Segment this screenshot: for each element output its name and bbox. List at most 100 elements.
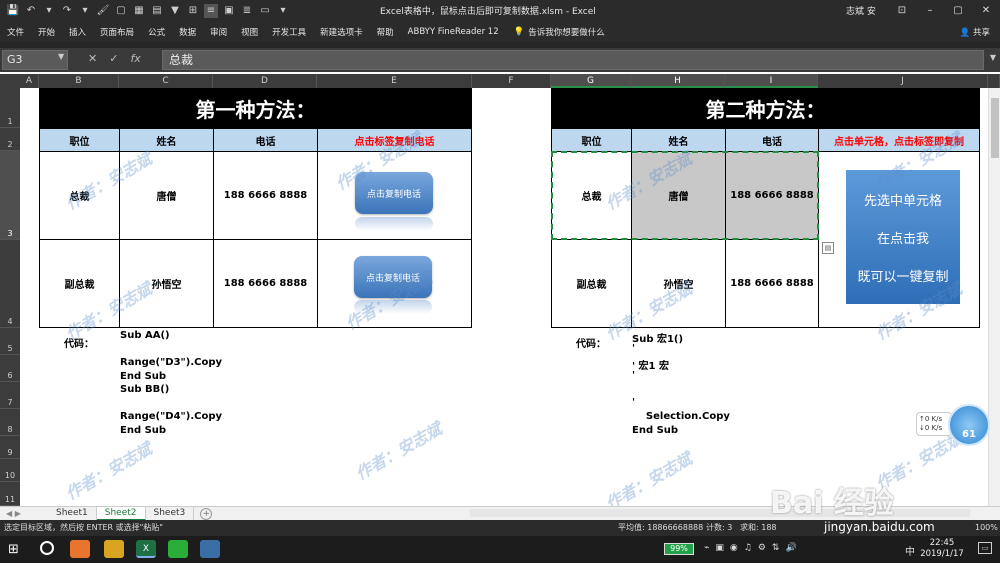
table2-cell-position-1[interactable]: 总裁 [551,151,632,240]
table1-header-position[interactable]: 职位 [39,128,120,152]
align-icon[interactable]: ≡ [204,4,218,18]
table2-header-name[interactable]: 姓名 [631,128,726,152]
clock[interactable]: 22:45 2019/1/17 [918,538,966,560]
tab-new[interactable]: 新建选项卡 [313,26,370,38]
table2-cell-phone-1[interactable]: 188 6666 8888 [725,151,819,240]
row-header-8[interactable]: 8 [0,409,20,436]
table2-header-phone[interactable]: 电话 [725,128,819,152]
col-header-f[interactable]: F [472,74,551,88]
user-name[interactable]: 志斌 安 [846,4,876,17]
tab-formulas[interactable]: 公式 [141,26,172,38]
sheet-tab-3[interactable]: Sheet3 [146,506,195,521]
row-header-4[interactable]: 4 [0,240,20,328]
formula-input[interactable]: 总裁 [162,50,984,70]
col-header-g[interactable]: G [551,74,631,88]
table2-cell-phone-2[interactable]: 188 6666 8888 [725,239,819,328]
table1-cell-name-2[interactable]: 孙悟空 [119,239,214,328]
row-header-1[interactable]: 1 [0,88,20,128]
insert-icon[interactable]: ⊞ [186,4,200,18]
row-header-10[interactable]: 10 [0,459,20,482]
table1-cell-phone-2[interactable]: 188 6666 8888 [213,239,318,328]
tab-developer[interactable]: 开发工具 [265,26,313,38]
expand-formula-icon[interactable]: ▼ [990,53,996,62]
redo-dropdown-icon[interactable]: ▾ [78,4,92,18]
scroll-thumb[interactable] [991,98,999,158]
table1-header-phone[interactable]: 电话 [213,128,318,152]
table2-cell-name-2[interactable]: 孙悟空 [631,239,726,328]
tab-abbyy[interactable]: ABBYY FineReader 12 [401,27,506,37]
app-icon-blue[interactable] [200,540,220,558]
tab-help[interactable]: 帮助 [370,26,401,38]
row-header-3[interactable]: 3 [0,151,20,240]
row-header-7[interactable]: 7 [0,382,20,409]
col-header-c[interactable]: C [119,74,213,88]
list-icon[interactable]: ≣ [240,4,254,18]
table2-title[interactable]: 第二种方法： [551,88,980,128]
table1-title[interactable]: 第一种方法： [39,88,472,128]
row-header-9[interactable]: 9 [0,436,20,459]
enter-icon[interactable]: ✓ [109,52,118,65]
tab-page-layout[interactable]: 页面布局 [93,26,141,38]
excel-icon[interactable]: X [136,540,156,558]
horizontal-scrollbar[interactable] [470,509,970,517]
table2-cell-name-1[interactable]: 唐僧 [631,151,726,240]
tell-me-search[interactable]: 💡 告诉我你想要做什么 [514,26,605,38]
row-header-11[interactable]: 11 [0,482,20,506]
add-sheet-button[interactable]: + [200,507,213,520]
battery-indicator[interactable]: 99% [664,543,694,555]
cancel-icon[interactable]: ✕ [88,52,97,65]
row-header-5[interactable]: 5 [0,328,20,355]
screenshot-icon[interactable]: ▣ [222,4,236,18]
copy-phone-button-1[interactable]: 点击复制电话 [355,172,433,214]
one-click-copy-button[interactable]: 先选中单元格 在点击我 既可以一键复制 [846,170,960,304]
table1-header-name[interactable]: 姓名 [119,128,214,152]
table1-cell-position-2[interactable]: 副总裁 [39,239,120,328]
table-icon[interactable]: ▦ [132,4,146,18]
col-header-i[interactable]: I [725,74,818,88]
tab-view[interactable]: 视图 [234,26,265,38]
col-header-a[interactable]: A [20,74,39,88]
col-header-j[interactable]: J [818,74,988,88]
ribbon-display-icon[interactable]: ⊡ [888,0,916,22]
zoom-level[interactable]: 100% [975,520,998,536]
wechat-icon[interactable] [168,540,188,558]
grid-icon[interactable]: ▤ [150,4,164,18]
paste-options-icon[interactable]: ▤ [822,242,834,254]
table1-cell-position-1[interactable]: 总裁 [39,151,120,240]
network-speed-widget[interactable]: ↑0 K/s ↓0 K/s [916,412,952,436]
frame-icon[interactable]: ▭ [258,4,272,18]
col-header-d[interactable]: D [213,74,317,88]
sheet-tab-2[interactable]: Sheet2 [96,506,146,521]
table1-cell-name-1[interactable]: 唐僧 [119,151,214,240]
row-header-2[interactable]: 2 [0,128,20,151]
insert-function-icon[interactable]: fx [130,52,140,65]
app-icon-orange[interactable] [70,540,90,558]
col-header-e[interactable]: E [317,74,472,88]
vertical-scrollbar[interactable] [988,88,1000,506]
table1-header-copy[interactable]: 点击标签复制电话 [317,128,472,152]
format-painter-icon[interactable]: 🖌 [96,4,110,18]
notification-icon[interactable]: ▭ [978,542,992,554]
close-icon[interactable]: ✕ [972,0,1000,22]
tab-data[interactable]: 数据 [172,26,203,38]
select-all-corner[interactable] [0,74,20,88]
tab-home[interactable]: 开始 [31,26,62,38]
copy-phone-button-2[interactable]: 点击复制电话 [354,256,432,298]
search-icon[interactable] [40,541,54,555]
border-icon[interactable]: ▢ [114,4,128,18]
redo-icon[interactable]: ↷ [60,4,74,18]
table2-cell-position-2[interactable]: 副总裁 [551,239,632,328]
worksheet-grid[interactable]: 第一种方法： 职位 姓名 电话 点击标签复制电话 总裁 唐僧 188 6666 … [20,88,988,506]
table2-header-position[interactable]: 职位 [551,128,632,152]
chevron-down-icon[interactable]: ▼ [58,52,64,61]
filter-icon[interactable]: ▼ [168,4,182,18]
undo-dropdown-icon[interactable]: ▾ [42,4,56,18]
row-header-6[interactable]: 6 [0,355,20,382]
table2-header-copy[interactable]: 点击单元格，点击标签即复制 [818,128,980,152]
system-tray-icons[interactable]: ⌁▣◉♫⚙⇅🔊 [704,543,803,553]
undo-icon[interactable]: ↶ [24,4,38,18]
input-method[interactable]: 中 [905,543,915,558]
tab-file[interactable]: 文件 [0,26,31,38]
customize-dropdown-icon[interactable]: ▾ [276,4,290,18]
folder-icon[interactable] [104,540,124,558]
